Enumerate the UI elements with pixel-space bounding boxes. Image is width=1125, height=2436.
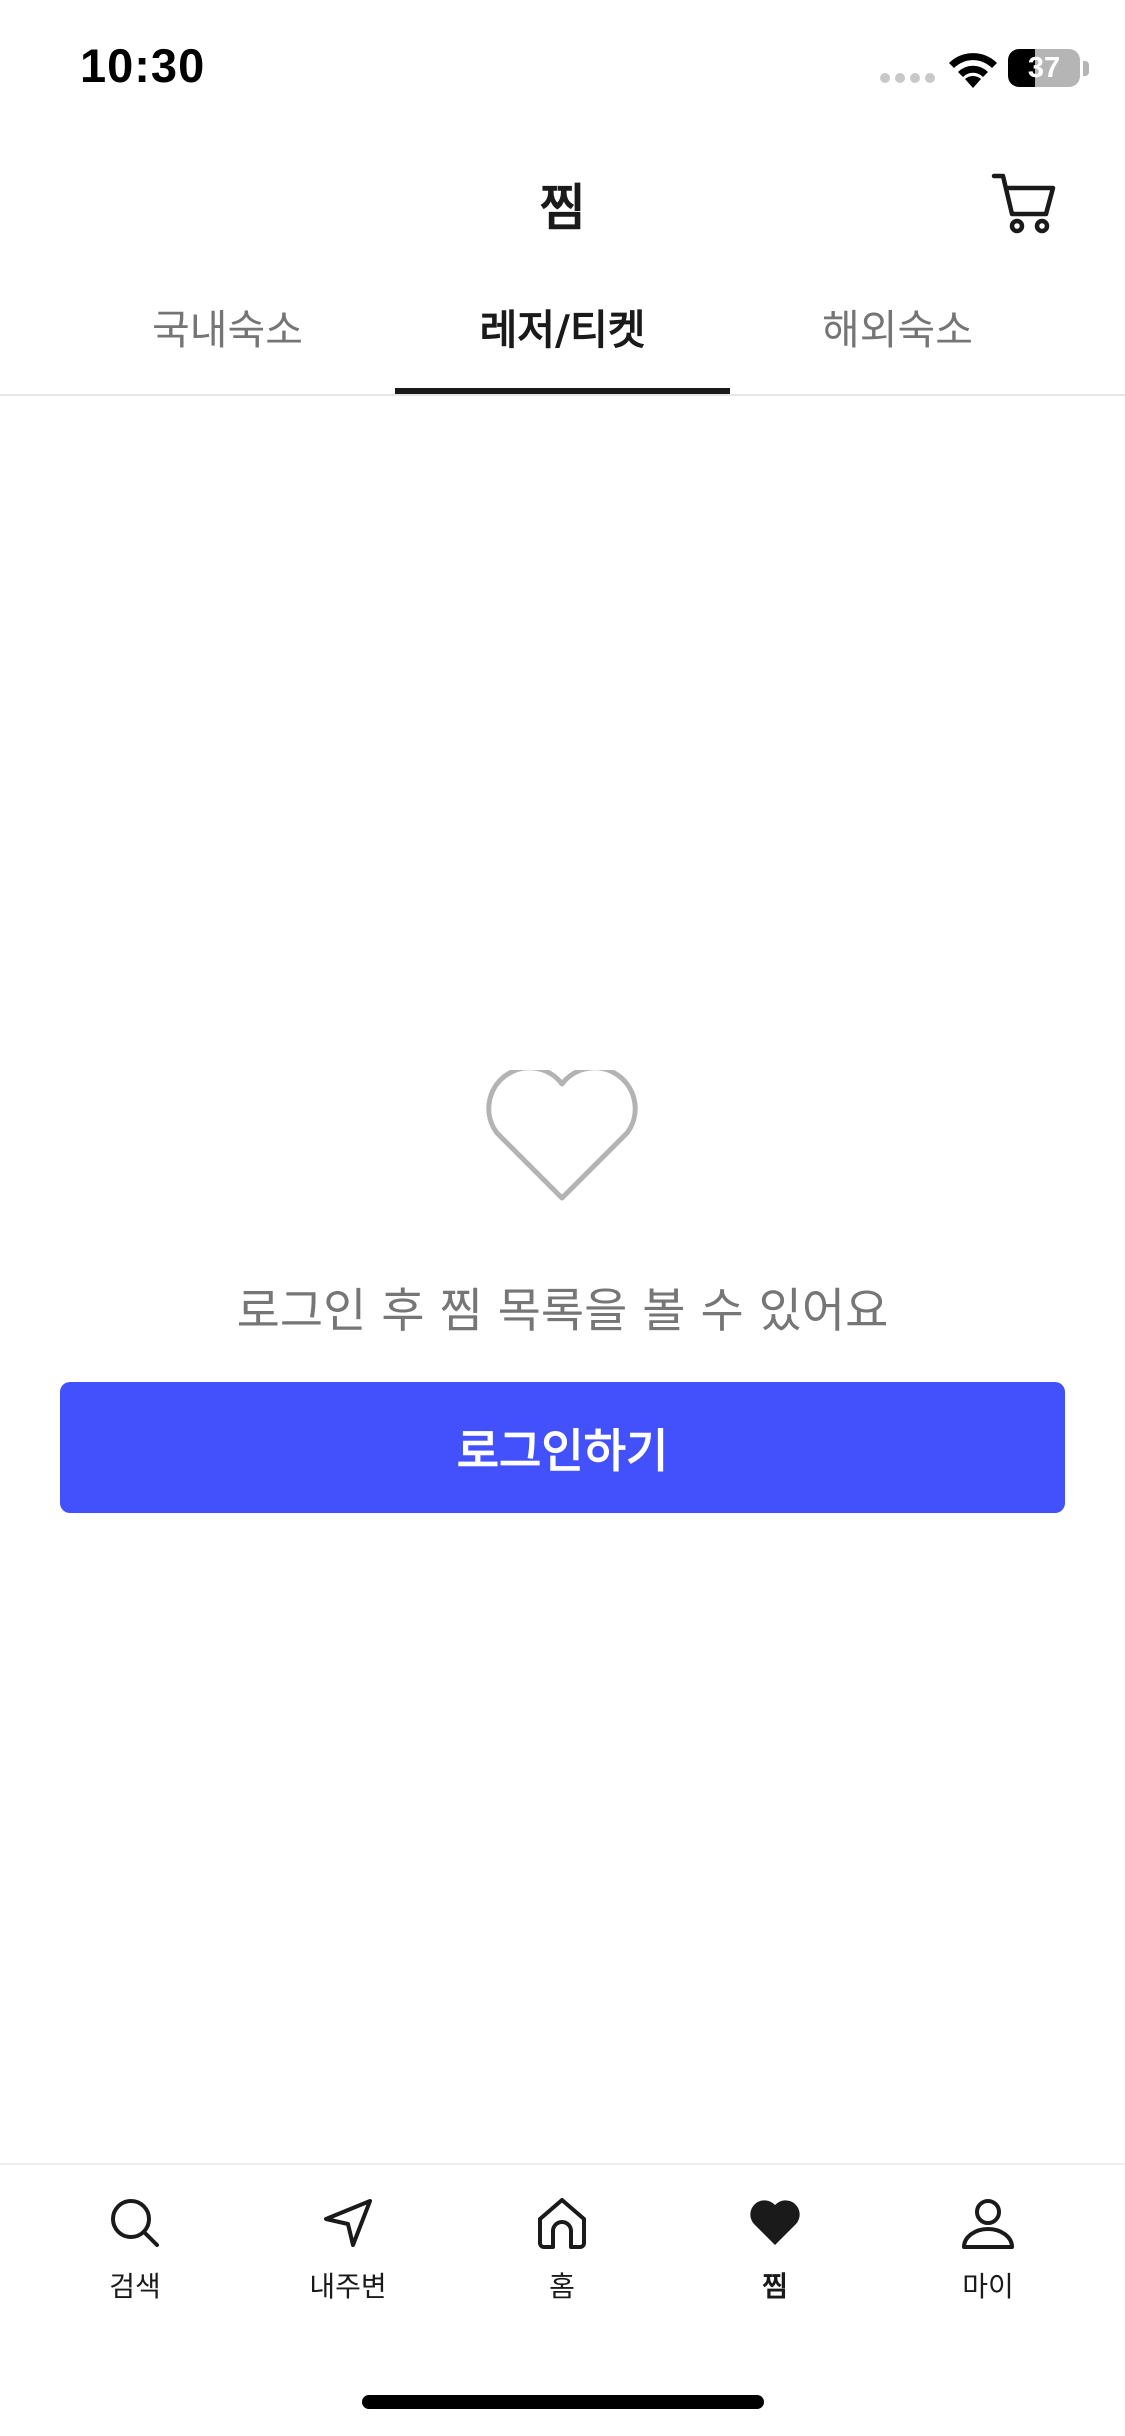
heart-filled-icon bbox=[750, 2200, 800, 2245]
battery-icon: 37 bbox=[1008, 49, 1080, 87]
login-button[interactable]: 로그인하기 bbox=[60, 1382, 1065, 1513]
cart-icon bbox=[991, 173, 1056, 234]
tab-domestic-stay[interactable]: 국내숙소 bbox=[60, 290, 395, 394]
nav-label: 검색 bbox=[109, 2270, 161, 2303]
person-icon bbox=[962, 2199, 1014, 2249]
nav-item-home[interactable]: 홈 bbox=[482, 2195, 642, 2315]
nav-label: 찜 bbox=[762, 2270, 788, 2303]
nav-item-search[interactable]: 검색 bbox=[55, 2195, 215, 2315]
nav-label: 마이 bbox=[962, 2270, 1014, 2303]
nav-item-nearby[interactable]: 내주변 bbox=[268, 2195, 428, 2315]
tab-overseas-stay[interactable]: 해외숙소 bbox=[730, 290, 1065, 394]
cart-button[interactable] bbox=[990, 168, 1060, 238]
empty-state-message: 로그인 후 찜 목록을 볼 수 있어요 bbox=[236, 1284, 889, 1339]
home-indicator bbox=[362, 2395, 764, 2409]
tab-label: 레저/티켓 bbox=[479, 306, 646, 354]
tab-label: 국내숙소 bbox=[152, 306, 303, 354]
nav-label: 홈 bbox=[549, 2270, 575, 2303]
tabs-divider bbox=[0, 394, 1125, 396]
battery-cap bbox=[1083, 61, 1089, 76]
search-icon bbox=[111, 2199, 159, 2247]
nav-item-wishlist[interactable]: 찜 bbox=[695, 2195, 855, 2315]
category-tabs: 국내숙소 레저/티켓 해외숙소 bbox=[60, 290, 1065, 394]
nav-item-my[interactable]: 마이 bbox=[908, 2195, 1068, 2315]
navigation-arrow-icon bbox=[324, 2199, 372, 2247]
tab-leisure-ticket[interactable]: 레저/티켓 bbox=[395, 290, 730, 394]
tab-label: 해외숙소 bbox=[822, 306, 973, 354]
nav-label: 내주변 bbox=[309, 2270, 387, 2303]
cellular-signal-icon bbox=[880, 73, 935, 83]
status-time: 10:30 bbox=[80, 39, 206, 92]
bottom-nav: 검색 내주변 홈 찜 마이 bbox=[0, 2165, 1125, 2325]
status-bar: 10:30 37 bbox=[0, 0, 1125, 140]
heart-outline-icon bbox=[486, 1070, 638, 1201]
home-icon bbox=[538, 2198, 586, 2249]
battery-level: 37 bbox=[1027, 51, 1061, 84]
page-title: 찜 bbox=[539, 179, 586, 237]
wifi-icon bbox=[949, 53, 997, 88]
